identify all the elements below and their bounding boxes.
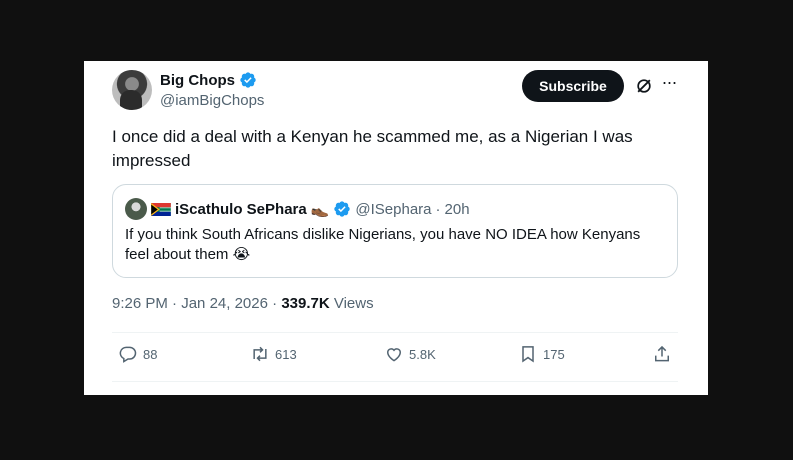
like-icon [386, 348, 402, 362]
tweet-text: I once did a deal with a Kenyan he scamm… [112, 127, 633, 170]
quoted-author-avatar[interactable] [125, 198, 147, 220]
verified-icon [240, 72, 256, 88]
author-handle[interactable]: @iamBigChops [160, 92, 264, 109]
quoted-tweet-header: iScathulo SePhara 👞 @ISephara · 20h [125, 198, 470, 220]
tweet-time[interactable]: 9:26 PM [112, 295, 168, 312]
author-name-row: Big Chops [160, 71, 257, 89]
separator: · [172, 295, 178, 312]
divider [112, 332, 678, 333]
tweet-meta: 9:26 PM · Jan 24, 2026 · 339.7K Views [112, 295, 374, 312]
share-button[interactable] [652, 344, 672, 364]
verified-icon [334, 201, 351, 217]
tweet-card: Big Chops @iamBigChops Subscribe ··· I o… [84, 61, 708, 395]
quoted-author-name[interactable]: iScathulo SePhara [175, 201, 307, 218]
more-icon[interactable]: ··· [658, 73, 680, 95]
bookmark-button[interactable]: 175 [518, 344, 565, 364]
tweet-date[interactable]: Jan 24, 2026 [181, 295, 268, 312]
repost-button[interactable]: 613 [250, 344, 297, 364]
reply-button[interactable]: 88 [118, 344, 157, 364]
reply-icon [119, 346, 137, 363]
repost-icon [253, 346, 267, 362]
south-africa-flag-icon [151, 202, 171, 216]
author-name[interactable]: Big Chops [160, 72, 235, 89]
bookmark-icon [522, 346, 534, 363]
subscribe-button[interactable]: Subscribe [522, 70, 624, 102]
like-button[interactable]: 5.8K [384, 344, 436, 364]
grok-icon[interactable] [634, 76, 654, 96]
shoe-emoji: 👞 [310, 201, 330, 218]
share-icon [655, 345, 669, 362]
views-count: 339.7K [281, 295, 330, 312]
quoted-time[interactable]: 20h [445, 201, 470, 218]
like-count: 5.8K [409, 346, 436, 362]
separator: · [272, 295, 278, 312]
reply-count: 88 [143, 346, 158, 362]
author-avatar[interactable] [112, 70, 152, 110]
views-label: Views [333, 295, 374, 312]
bookmark-count: 175 [543, 346, 565, 362]
quoted-author-handle[interactable]: @ISephara [355, 201, 431, 218]
quoted-tweet[interactable]: iScathulo SePhara 👞 @ISephara · 20h If y… [112, 184, 678, 278]
repost-count: 613 [275, 346, 297, 362]
separator: · [435, 200, 441, 218]
divider [112, 381, 678, 382]
quoted-tweet-text: If you think South Africans dislike Nige… [125, 226, 641, 263]
